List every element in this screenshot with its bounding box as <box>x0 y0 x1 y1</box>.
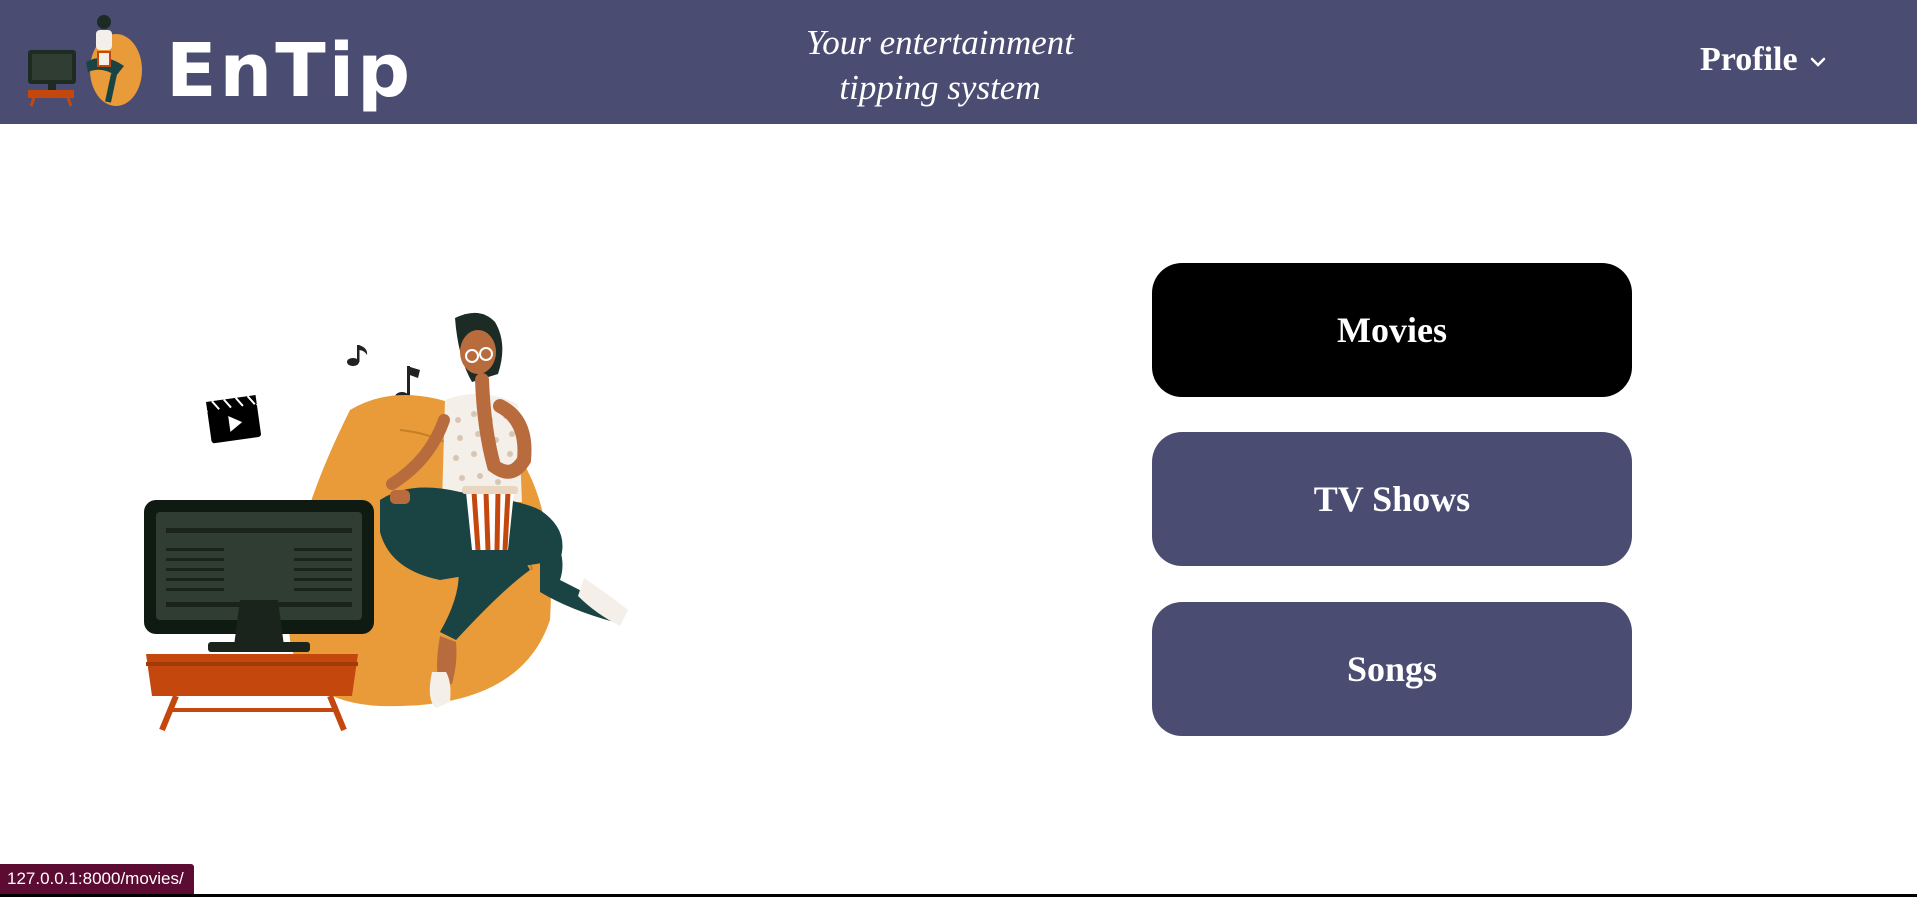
tagline-line-2: tipping system <box>839 68 1041 107</box>
logo-text: EnTip <box>166 28 414 114</box>
clapperboard-icon <box>206 395 261 444</box>
top-nav-bar: EnTip Your entertainment tipping system … <box>0 0 1917 124</box>
status-bar-url: 127.0.0.1:8000/movies/ <box>0 864 194 894</box>
tagline-line-1: Your entertainment <box>805 23 1075 62</box>
chevron-down-icon <box>1810 57 1826 67</box>
logo-illustration-icon <box>28 15 142 107</box>
profile-dropdown[interactable]: Profile <box>1700 40 1826 80</box>
tv-icon <box>144 500 374 652</box>
tagline: Your entertainment tipping system <box>760 20 1120 110</box>
tv-stand <box>146 654 358 732</box>
music-note-small-icon <box>347 345 368 366</box>
songs-button[interactable]: Songs <box>1152 602 1632 736</box>
profile-label: Profile <box>1700 41 1798 78</box>
movies-button[interactable]: Movies <box>1152 263 1632 397</box>
entip-logo[interactable]: EnTip <box>26 8 410 112</box>
hero-illustration <box>144 312 628 732</box>
tv-shows-button[interactable]: TV Shows <box>1152 432 1632 566</box>
